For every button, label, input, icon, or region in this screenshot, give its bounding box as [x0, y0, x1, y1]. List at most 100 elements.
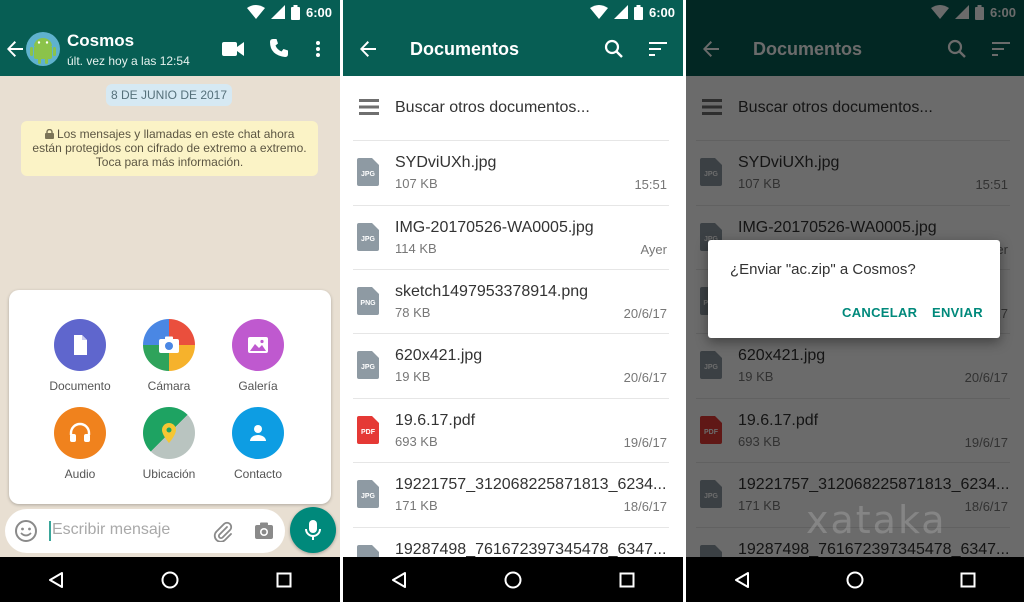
row-separator [353, 140, 669, 141]
attach-audio-circle [54, 407, 106, 459]
send-confirmation-screen: 6:00 Documentos Buscar otros documentos.… [686, 0, 1024, 602]
overflow-menu-icon[interactable] [315, 40, 321, 58]
attach-contact-circle [232, 407, 284, 459]
jpg-file-icon: JPG [357, 351, 379, 379]
chat-screen: 6:00 Cosmos últ. vez hoy a las 12:54 8 D… [0, 0, 340, 602]
attach-contact-label: Contacto [233, 467, 283, 481]
pdf-file-icon: PDF [357, 416, 379, 444]
documents-app-bar: Documentos [343, 24, 683, 76]
attach-document-button[interactable]: Documento [35, 319, 125, 393]
paperclip-icon[interactable] [212, 520, 234, 542]
phone-call-icon[interactable] [269, 38, 289, 58]
nav-recents-icon[interactable] [960, 572, 976, 588]
dialog-message: ¿Enviar "ac.zip" a Cosmos? [730, 261, 916, 278]
document-date: Ayer [640, 242, 668, 257]
system-nav-bar [686, 557, 1024, 602]
document-name: 19.6.17.pdf [395, 412, 476, 429]
attach-audio-label: Audio [64, 467, 96, 481]
voice-record-button[interactable] [290, 507, 336, 553]
date-chip: 8 DE JUNIO DE 2017 [106, 84, 232, 106]
search-icon[interactable] [604, 39, 624, 59]
document-row[interactable]: JPG 19221757_312068225871813_6234... 171… [343, 462, 683, 527]
signal-icon [613, 5, 628, 19]
document-row[interactable]: JPG IMG-20170526-WA0005.jpg 114 KB Ayer [343, 205, 683, 270]
camera-icon [159, 336, 179, 353]
document-date: 19/6/17 [623, 435, 667, 450]
attach-contact-button[interactable]: Contacto [213, 407, 303, 481]
page-title: Documentos [410, 39, 520, 59]
back-arrow-icon[interactable] [359, 40, 377, 58]
lock-icon [44, 128, 54, 139]
attach-audio-button[interactable]: Audio [35, 407, 125, 481]
document-name: 19287498_761672397345478_6347... [395, 541, 667, 557]
encryption-notice[interactable]: Los mensajes y llamadas en este chat aho… [21, 121, 318, 176]
status-bar: 6:00 [0, 0, 340, 24]
row-separator [353, 462, 669, 463]
document-row[interactable]: JPG SYDviUXh.jpg 107 KB 15:51 [343, 140, 683, 205]
message-composer[interactable]: Escribir mensaje [5, 509, 285, 553]
attachment-panel: Documento Cámara Galería Audio Ubicación [9, 290, 331, 504]
back-arrow-icon[interactable] [6, 40, 24, 58]
battery-icon [290, 4, 300, 20]
gallery-icon [248, 337, 268, 353]
jpg-file-icon: JPG [357, 158, 379, 186]
document-size: 171 KB [395, 498, 438, 513]
emoji-icon[interactable] [14, 519, 38, 543]
jpg-file-icon: JPG [357, 545, 379, 557]
headphones-icon [69, 422, 91, 442]
row-separator [353, 333, 669, 334]
document-icon [74, 335, 87, 355]
document-name: SYDviUXh.jpg [395, 154, 497, 171]
send-button[interactable]: ENVIAR [932, 305, 983, 320]
nav-recents-icon[interactable] [276, 572, 292, 588]
attach-document-label: Documento [49, 379, 111, 393]
list-icon [359, 99, 379, 115]
nav-recents-icon[interactable] [619, 572, 635, 588]
contact-icon [250, 425, 266, 441]
contact-name[interactable]: Cosmos [67, 31, 134, 51]
status-time: 6:00 [305, 4, 332, 20]
document-name: IMG-20170526-WA0005.jpg [395, 219, 594, 236]
send-confirmation-dialog: ¿Enviar "ac.zip" a Cosmos? CANCELAR ENVI… [708, 240, 1000, 338]
document-row[interactable]: PDF 19.6.17.pdf 693 KB 19/6/17 [343, 398, 683, 463]
document-date: 15:51 [634, 177, 667, 192]
text-cursor [49, 521, 51, 541]
document-row[interactable]: PNG sketch1497953378914.png 78 KB 20/6/1… [343, 269, 683, 334]
document-name: 620x421.jpg [395, 347, 483, 364]
document-size: 19 KB [395, 369, 431, 384]
documents-list: Buscar otros documentos... JPG SYDviUXh.… [343, 76, 683, 557]
png-file-icon: PNG [357, 287, 379, 315]
document-date: 18/6/17 [623, 499, 667, 514]
nav-back-icon[interactable] [48, 571, 64, 588]
wifi-icon [589, 5, 608, 19]
documents-screen: 6:00 Documentos Buscar otros documentos.… [343, 0, 683, 602]
nav-back-icon[interactable] [391, 571, 407, 588]
video-call-icon[interactable] [222, 41, 244, 57]
document-row[interactable]: JPG 19287498_761672397345478_6347... [343, 527, 683, 557]
attach-location-button[interactable]: Ubicación [124, 407, 214, 481]
location-icon [162, 423, 176, 443]
nav-home-icon[interactable] [161, 571, 179, 589]
jpg-file-icon: JPG [357, 223, 379, 251]
attach-camera-button[interactable]: Cámara [124, 319, 214, 393]
cancel-button[interactable]: CANCELAR [842, 305, 917, 320]
composer-camera-icon[interactable] [253, 520, 275, 542]
document-row[interactable]: JPG 620x421.jpg 19 KB 20/6/17 [343, 333, 683, 398]
microphone-icon [305, 520, 321, 540]
nav-back-icon[interactable] [734, 571, 750, 588]
avatar[interactable] [26, 32, 60, 66]
nav-home-icon[interactable] [846, 571, 864, 589]
search-other-documents[interactable]: Buscar otros documentos... [343, 76, 683, 140]
attach-gallery-circle [232, 319, 284, 371]
message-input[interactable]: Escribir mensaje [52, 521, 170, 539]
attach-gallery-button[interactable]: Galería [213, 319, 303, 393]
document-size: 114 KB [395, 241, 437, 256]
jpg-file-icon: JPG [357, 480, 379, 508]
nav-home-icon[interactable] [504, 571, 522, 589]
watermark: xataka [806, 498, 947, 542]
document-name: sketch1497953378914.png [395, 283, 589, 300]
row-separator [353, 527, 669, 528]
android-robot-icon [30, 38, 56, 64]
encryption-line-1: Los mensajes y llamadas en este chat aho… [56, 127, 295, 141]
sort-icon[interactable] [649, 42, 667, 56]
